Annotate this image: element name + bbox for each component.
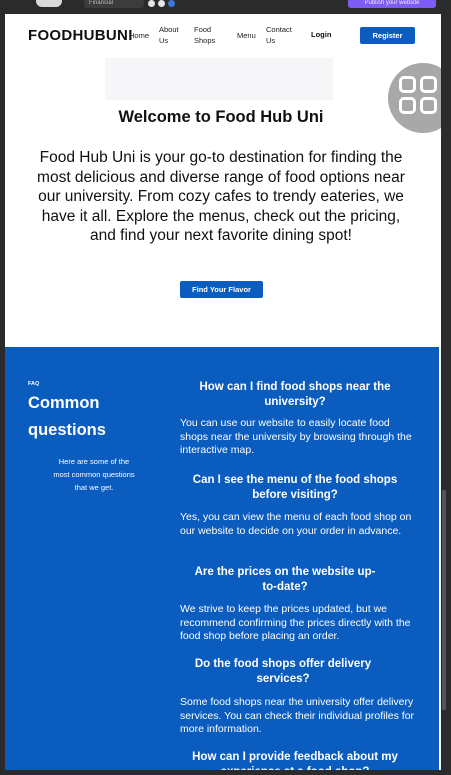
nav-about[interactable]: About Us [159,24,187,46]
find-your-flavor-button[interactable]: Find Your Flavor [180,281,263,298]
faq-tag: FAQ [28,381,40,387]
faq-section: FAQ Common questions Here are some of th… [5,347,439,770]
faq-question: How can I find food shops near the unive… [199,381,391,408]
device-switcher [148,0,198,7]
device-dot-icon[interactable] [148,0,155,7]
faq-answer: Some food shops near the university offe… [180,696,415,735]
device-dot-icon[interactable] [158,0,165,7]
hero-image [105,58,333,100]
faq-subtitle: Here are some of the most common questio… [53,457,135,492]
publish-button[interactable]: Publish your website [348,0,436,8]
faq-answer: You can use our website to easily locate… [180,417,412,456]
site-logo[interactable]: FOODHUBUNI [28,27,133,44]
nav-contact[interactable]: Contact Us [266,24,298,46]
faq-title: Common questions [28,394,106,439]
login-link[interactable]: Login [311,30,331,39]
faq-question: Do the food shops offer delivery service… [194,658,372,685]
preview-toggle[interactable] [36,0,62,7]
nav-home[interactable]: Home [129,30,149,41]
scrollbar-thumb[interactable] [442,490,446,710]
theme-select[interactable]: Financial [84,0,144,8]
faq-question: How can I provide feedback about my expe… [192,751,398,770]
grid-square-icon [420,76,437,93]
faq-answer: We strive to keep the prices updated, bu… [180,603,411,642]
nav-menu[interactable]: Menu [237,30,256,41]
faq-question: Are the prices on the website up-to-date… [194,566,376,593]
nav-food-shops[interactable]: Food Shops [194,24,222,46]
faq-question: Can I see the menu of the food shops bef… [192,474,398,501]
hero-description: Food Hub Uni is your go-to destination f… [37,149,405,245]
editor-toolbar: Financial Publish your website [0,0,451,14]
faq-answer: Yes, you can view the menu of each food … [180,511,412,537]
grid-square-icon [399,76,416,93]
website-page: FOODHUBUNI Home About Us Food Shops Menu… [5,14,441,770]
register-button[interactable]: Register [360,27,415,44]
device-dot-icon[interactable] [168,0,175,7]
hero-title: Welcome to Food Hub Uni [118,108,324,126]
